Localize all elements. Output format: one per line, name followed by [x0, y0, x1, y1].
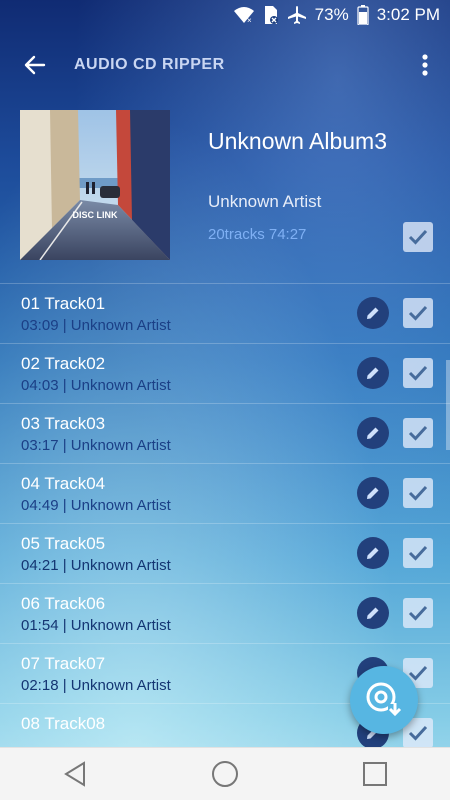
wifi-icon: ×: [233, 6, 255, 24]
track-details: 04:03 | Unknown Artist: [21, 377, 171, 394]
back-button[interactable]: [0, 30, 70, 100]
track-title: 01 Track01: [21, 294, 106, 313]
edit-track-button[interactable]: [357, 297, 389, 329]
album-title: Unknown Album3: [208, 128, 387, 154]
airplane-icon: [287, 5, 307, 25]
track-select-checkbox[interactable]: [403, 418, 433, 448]
nav-home-icon: [212, 761, 238, 787]
track-details: 01:54 | Unknown Artist: [21, 617, 171, 634]
track-title: 07 Track07: [21, 654, 106, 673]
track-row[interactable]: 05 Track05 04:21 | Unknown Artist: [0, 523, 450, 583]
album-artist: Unknown Artist: [208, 192, 322, 211]
edit-track-button[interactable]: [357, 357, 389, 389]
status-time: 3:02 PM: [376, 5, 440, 24]
track-select-checkbox[interactable]: [403, 538, 433, 568]
scrollbar[interactable]: [446, 360, 450, 450]
sim-blocked-icon: [263, 5, 279, 25]
track-select-checkbox[interactable]: [403, 478, 433, 508]
svg-text:×: ×: [247, 16, 252, 24]
check-icon: [408, 605, 428, 621]
back-arrow-icon: [24, 55, 46, 75]
navigation-bar: [0, 747, 450, 800]
more-vert-icon: [422, 54, 428, 76]
pencil-icon: [367, 607, 379, 619]
track-row[interactable]: 04 Track04 04:49 | Unknown Artist: [0, 463, 450, 523]
nav-home-button[interactable]: [195, 749, 255, 799]
track-row[interactable]: 03 Track03 03:17 | Unknown Artist: [0, 403, 450, 463]
status-bar: × 73% 3:02 PM: [0, 0, 450, 30]
battery-icon: [357, 5, 369, 25]
app-bar: AUDIO CD RIPPER: [0, 30, 450, 100]
track-details: 04:21 | Unknown Artist: [21, 557, 171, 574]
track-select-checkbox[interactable]: [403, 358, 433, 388]
check-icon: [408, 425, 428, 441]
pencil-icon: [367, 487, 379, 499]
check-icon: [408, 229, 428, 245]
track-details: 02:18 | Unknown Artist: [21, 677, 171, 694]
track-title: 03 Track03: [21, 414, 106, 433]
check-icon: [408, 725, 428, 741]
track-details: 04:49 | Unknown Artist: [21, 497, 171, 514]
album-art-caption: DISC LINK: [73, 210, 119, 220]
check-icon: [408, 485, 428, 501]
check-icon: [408, 545, 428, 561]
pencil-icon: [367, 307, 379, 319]
edit-track-button[interactable]: [357, 477, 389, 509]
track-select-checkbox[interactable]: [403, 298, 433, 328]
track-details: 03:17 | Unknown Artist: [21, 437, 171, 454]
edit-track-button[interactable]: [357, 597, 389, 629]
track-details: 03:09 | Unknown Artist: [21, 317, 171, 334]
nav-back-button[interactable]: [45, 749, 105, 799]
album-track-summary: 20tracks 74:27: [208, 226, 307, 243]
select-all-checkbox[interactable]: [403, 222, 433, 252]
check-icon: [408, 305, 428, 321]
track-row[interactable]: 01 Track01 03:09 | Unknown Artist: [0, 283, 450, 343]
nav-recents-icon: [363, 762, 387, 786]
pencil-icon: [367, 547, 379, 559]
track-title: 08 Track08: [21, 714, 106, 733]
track-title: 05 Track05: [21, 534, 106, 553]
track-row[interactable]: 02 Track02 04:03 | Unknown Artist: [0, 343, 450, 403]
edit-track-button[interactable]: [357, 537, 389, 569]
pencil-icon: [367, 367, 379, 379]
app-title: AUDIO CD RIPPER: [74, 56, 225, 73]
battery-percent: 73%: [314, 5, 349, 24]
track-title: 04 Track04: [21, 474, 106, 493]
nav-back-icon: [64, 761, 85, 787]
overflow-menu-button[interactable]: [410, 45, 440, 85]
pencil-icon: [367, 427, 379, 439]
album-art: DISC LINK: [20, 110, 170, 260]
rip-disc-icon: [366, 682, 402, 718]
edit-track-button[interactable]: [357, 417, 389, 449]
rip-button[interactable]: [350, 666, 418, 734]
track-select-checkbox[interactable]: [403, 598, 433, 628]
check-icon: [408, 365, 428, 381]
track-title: 02 Track02: [21, 354, 106, 373]
track-title: 06 Track06: [21, 594, 106, 613]
nav-recents-button[interactable]: [345, 749, 405, 799]
track-row[interactable]: 06 Track06 01:54 | Unknown Artist: [0, 583, 450, 643]
